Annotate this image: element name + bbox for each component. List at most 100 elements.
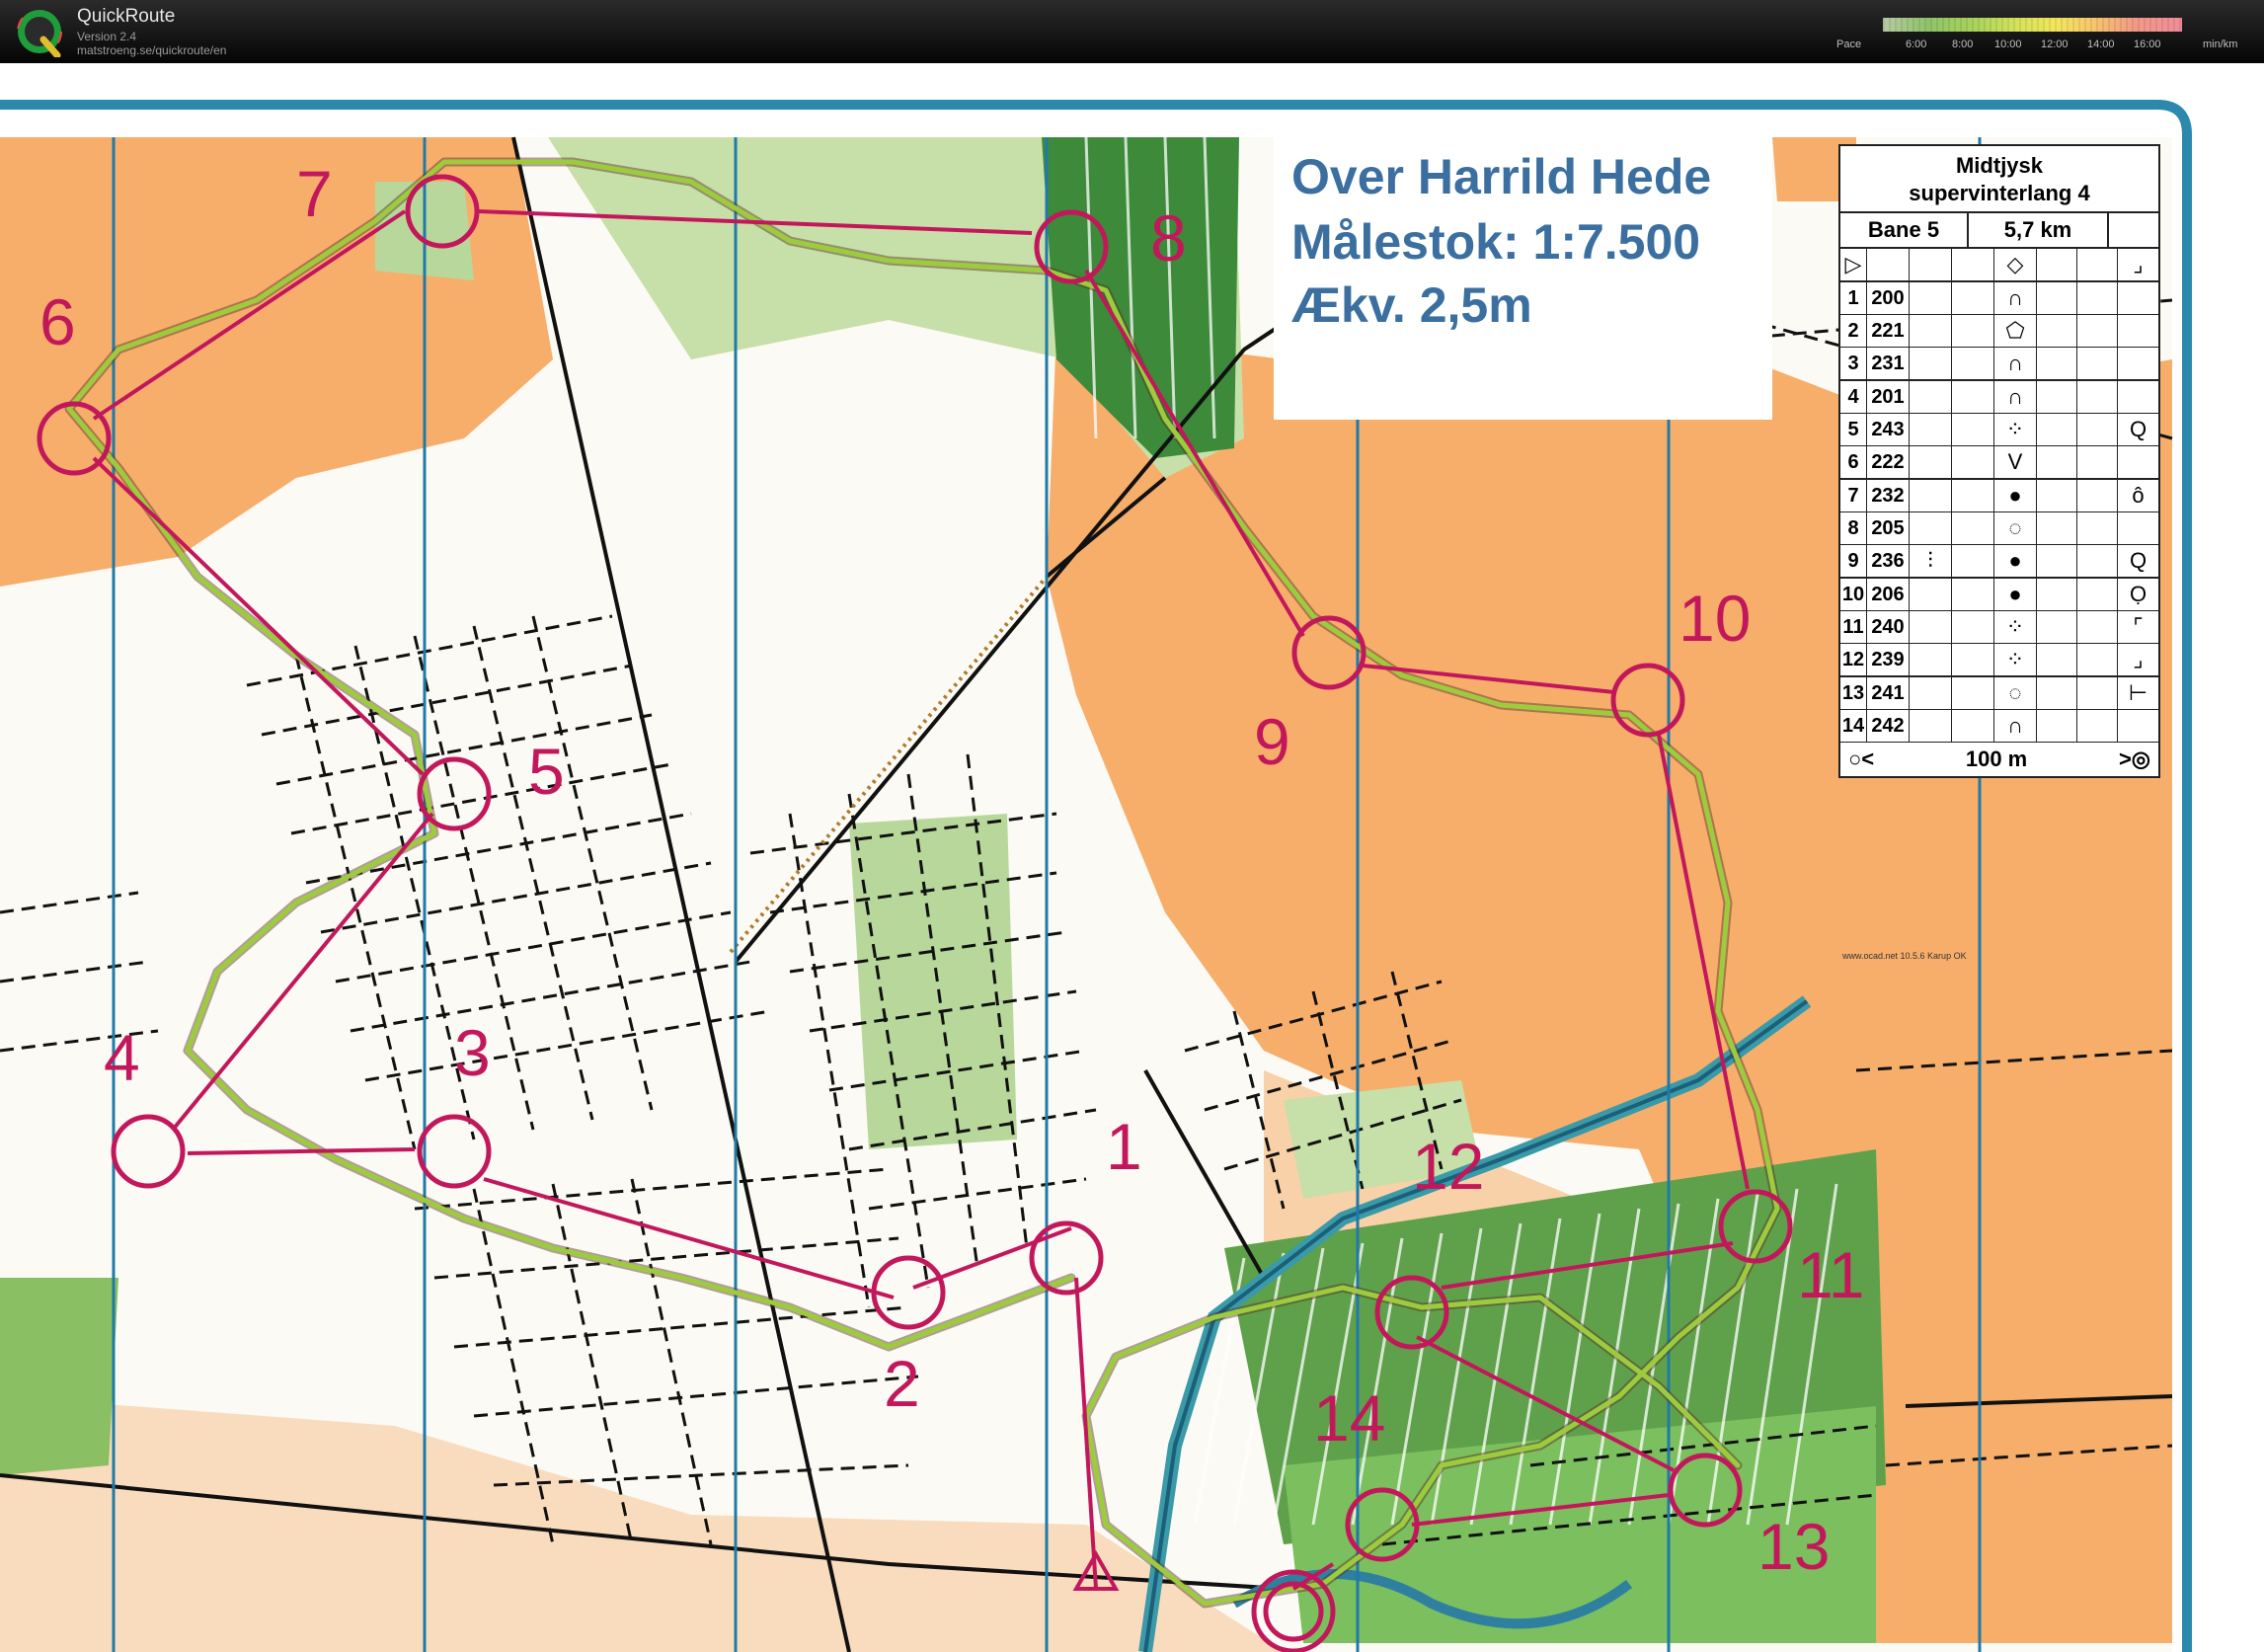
course-climb [2109,213,2158,247]
control-which [1910,414,1952,445]
event-name: Midtjysk supervinterlang 4 [1840,146,2158,213]
pace-tick: 16:00 [2134,39,2161,50]
pace-tick: 10:00 [1994,39,2022,50]
control-appearance [2037,381,2077,413]
description-row: 3 231 ∩ [1840,348,2158,381]
control-which [1910,315,1952,347]
control-location: ⌜ [2133,614,2144,639]
control-feature-col-d [1952,545,1994,577]
control-dimension [2077,381,2118,413]
app-header-bar: QuickRoute Version 2.4 matstroeng.se/qui… [0,0,2264,63]
control-dimension [2077,611,2118,643]
quickroute-logo-icon [17,9,62,57]
control-feature-col-d [1952,579,1994,610]
map-view[interactable]: 1 2 3 4 5 6 7 8 9 10 11 12 13 14 Over Ha… [0,63,2264,1652]
control-order: 3 [1840,348,1867,379]
finish-start-icon: ○< [1848,747,1875,771]
control-feature-col-d [1952,710,1994,742]
pace-tick: 6:00 [1906,39,1927,50]
control-feature-col-d [1952,611,1994,643]
control-location [2118,446,2158,478]
app-url[interactable]: matstroeng.se/quickroute/en [77,43,226,57]
control-location: ô [2132,483,2145,508]
description-row: 7 232 ● ô [1840,480,2158,512]
pace-unit: min/km [2203,39,2238,50]
control-which [1910,512,1952,544]
control-feature-col-d [1952,381,1994,413]
control-which [1910,381,1952,413]
control-dimension [2077,677,2118,709]
finish-icon: >◎ [2118,747,2150,771]
control-number: 9 [1254,705,1290,778]
pace-tick: 8:00 [1952,39,1974,50]
control-dimension [2077,282,2118,314]
control-code: 242 [1867,710,1910,742]
description-row: 8 205 ◌ [1840,512,2158,545]
description-row: 4 201 ∩ [1840,381,2158,414]
control-number: 10 [1678,582,1751,655]
description-row: 2 221 ⬠ [1840,315,2158,348]
control-dimension [2077,512,2118,544]
control-number: 11 [1797,1238,1865,1311]
control-appearance [2037,710,2077,742]
control-which [1910,282,1952,314]
control-dimension [2077,348,2118,379]
control-feature-symbol: ∩ [1994,348,2037,379]
control-feature-col-d [1952,512,1994,544]
description-row: 14 242 ∩ [1840,710,2158,743]
control-which [1910,611,1952,643]
pace-tick: 14:00 [2087,39,2115,50]
description-row: 1 200 ∩ [1840,282,2158,315]
control-order: 9 [1840,545,1867,577]
control-which: ⫶ [1910,545,1952,577]
control-feature-symbol: ⁘ [1994,644,2037,675]
control-dimension [2077,446,2118,478]
control-feature-symbol: ● [1994,545,2037,577]
event-name-line2: supervinterlang 4 [1909,181,2090,205]
control-order: 11 [1840,611,1867,643]
control-feature-col-d [1952,348,1994,379]
control-order: 6 [1840,446,1867,478]
control-which [1910,348,1952,379]
control-order: 12 [1840,644,1867,675]
control-number: 12 [1412,1130,1484,1203]
control-appearance [2037,512,2077,544]
course-header: Bane 5 5,7 km [1840,213,2158,249]
map-contour-interval: Ækv. 2,5m [1291,277,1532,333]
control-number: 6 [39,285,76,358]
control-number: 1 [1106,1110,1142,1183]
course-length: 5,7 km [1969,213,2109,247]
control-appearance [2037,282,2077,314]
control-location [2118,381,2158,413]
description-row: 11 240 ⁘ ⌜ [1840,611,2158,644]
finish-row: ○< 100 m >◎ [1840,743,2158,776]
pace-legend: Pace 6:00 8:00 10:00 12:00 14:00 16:00 m… [1827,12,2261,57]
map-scale: Målestok: 1:7.500 [1291,214,1700,270]
control-feature-col-d [1952,414,1994,445]
control-code: 236 [1867,545,1910,577]
control-code: 221 [1867,315,1910,347]
control-appearance [2037,677,2077,709]
control-order: 2 [1840,315,1867,347]
control-feature-symbol: ⬠ [1994,315,2037,347]
control-appearance [2037,348,2077,379]
control-code: 243 [1867,414,1910,445]
control-appearance [2037,611,2077,643]
control-feature-symbol: ◌ [1994,677,2037,709]
description-row: 12 239 ⁘ ⌟ [1840,644,2158,677]
control-appearance [2037,579,2077,610]
description-rows: 1 200 ∩ 2 221 ⬠ 3 231 ∩ 4 201 ∩ 5 243 ⁘ Q 6 222 V 7 232 ● ô 8 20… [1840,282,2158,743]
control-code: 240 [1867,611,1910,643]
description-row: 5 243 ⁘ Q [1840,414,2158,446]
map-title: Over Harrild Hede [1291,149,1711,204]
control-code: 205 [1867,512,1910,544]
control-code: 241 [1867,677,1910,709]
pace-tick: 12:00 [2041,39,2069,50]
pace-color-scale [1883,18,2182,32]
control-feature-col-d [1952,282,1994,314]
control-feature-symbol: V [1994,446,2037,478]
control-feature-symbol: ⁘ [1994,611,2037,643]
description-row: 9 236 ⫶ ● Q [1840,545,2158,579]
control-code: 239 [1867,644,1910,675]
app-title: QuickRoute [77,6,176,27]
